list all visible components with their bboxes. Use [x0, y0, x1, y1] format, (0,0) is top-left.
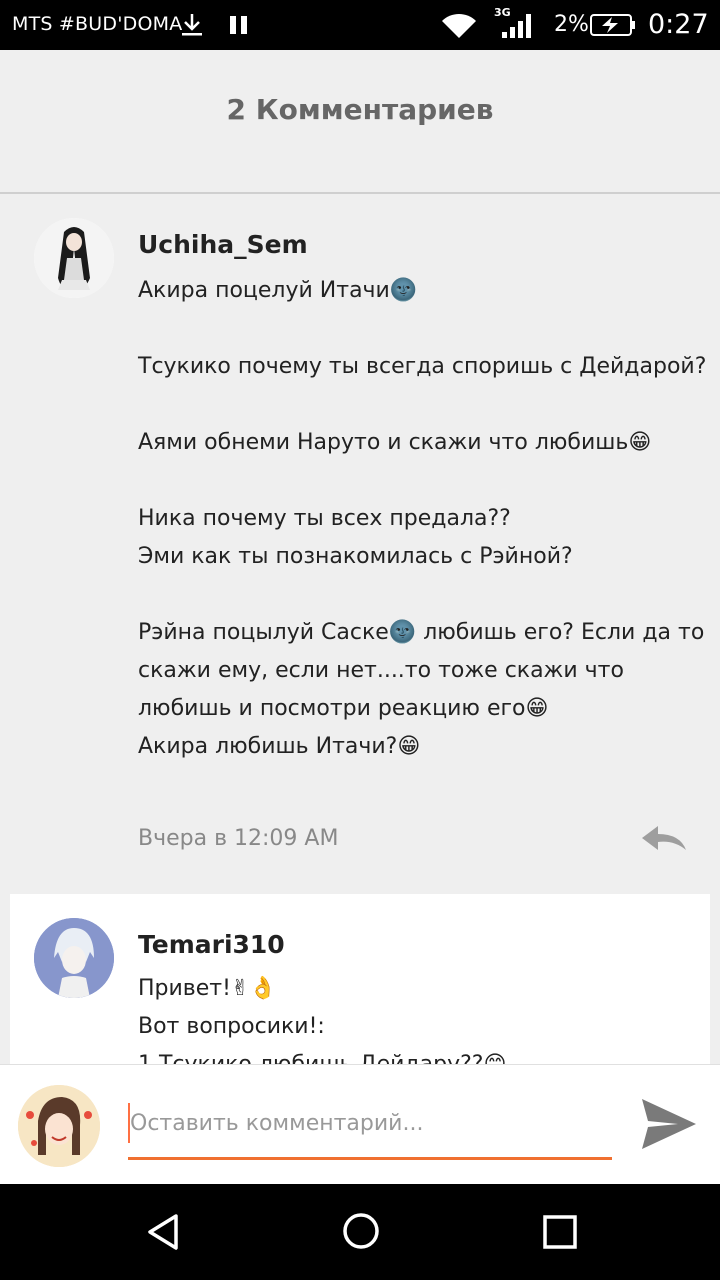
back-icon[interactable]	[144, 1212, 184, 1252]
download-icon	[182, 14, 202, 36]
send-icon[interactable]	[640, 1097, 698, 1151]
comment-composer	[0, 1064, 720, 1184]
comment-item[interactable]: Uchiha_Sem Акира поцелуй Итачи🌚 Тсукико …	[0, 196, 720, 894]
signal-icon	[502, 14, 531, 38]
comment-username[interactable]: Temari310	[138, 930, 285, 959]
navigation-bar	[0, 1184, 720, 1280]
current-user-avatar	[18, 1085, 100, 1167]
recent-apps-icon[interactable]	[542, 1214, 578, 1250]
comment-item[interactable]: Temari310 Привет!✌👌 Вот вопросики!: 1.Тс…	[10, 894, 710, 1064]
page-title: 2 Комментариев	[226, 92, 494, 126]
reply-icon[interactable]	[640, 824, 688, 854]
comment-text: Акира поцелуй Итачи🌚 Тсукико почему ты в…	[138, 278, 707, 759]
comment-timestamp: Вчера в 12:09 AM	[138, 826, 339, 851]
carrier-label: MTS #BUD'DOMA	[12, 13, 183, 35]
avatar[interactable]	[34, 918, 114, 998]
comment-text: Привет!✌👌 Вот вопросики!: 1.Тсукико люби…	[138, 976, 506, 1064]
status-bar: MTS #BUD'DOMA 3G 2% 0:27	[0, 0, 720, 50]
home-icon[interactable]	[342, 1212, 380, 1250]
comments-header: 2 Комментариев	[0, 50, 720, 194]
battery-charging-icon	[590, 14, 635, 36]
avatar[interactable]	[34, 218, 114, 298]
clock: 0:27	[648, 9, 709, 40]
comment-username[interactable]: Uchiha_Sem	[138, 230, 308, 259]
input-underline	[128, 1157, 612, 1160]
wifi-icon	[442, 13, 476, 38]
comments-list[interactable]: Uchiha_Sem Акира поцелуй Итачи🌚 Тсукико …	[0, 196, 720, 1064]
pause-icon	[230, 16, 248, 34]
battery-percent: 2%	[554, 12, 589, 37]
comment-input[interactable]	[128, 1103, 612, 1143]
